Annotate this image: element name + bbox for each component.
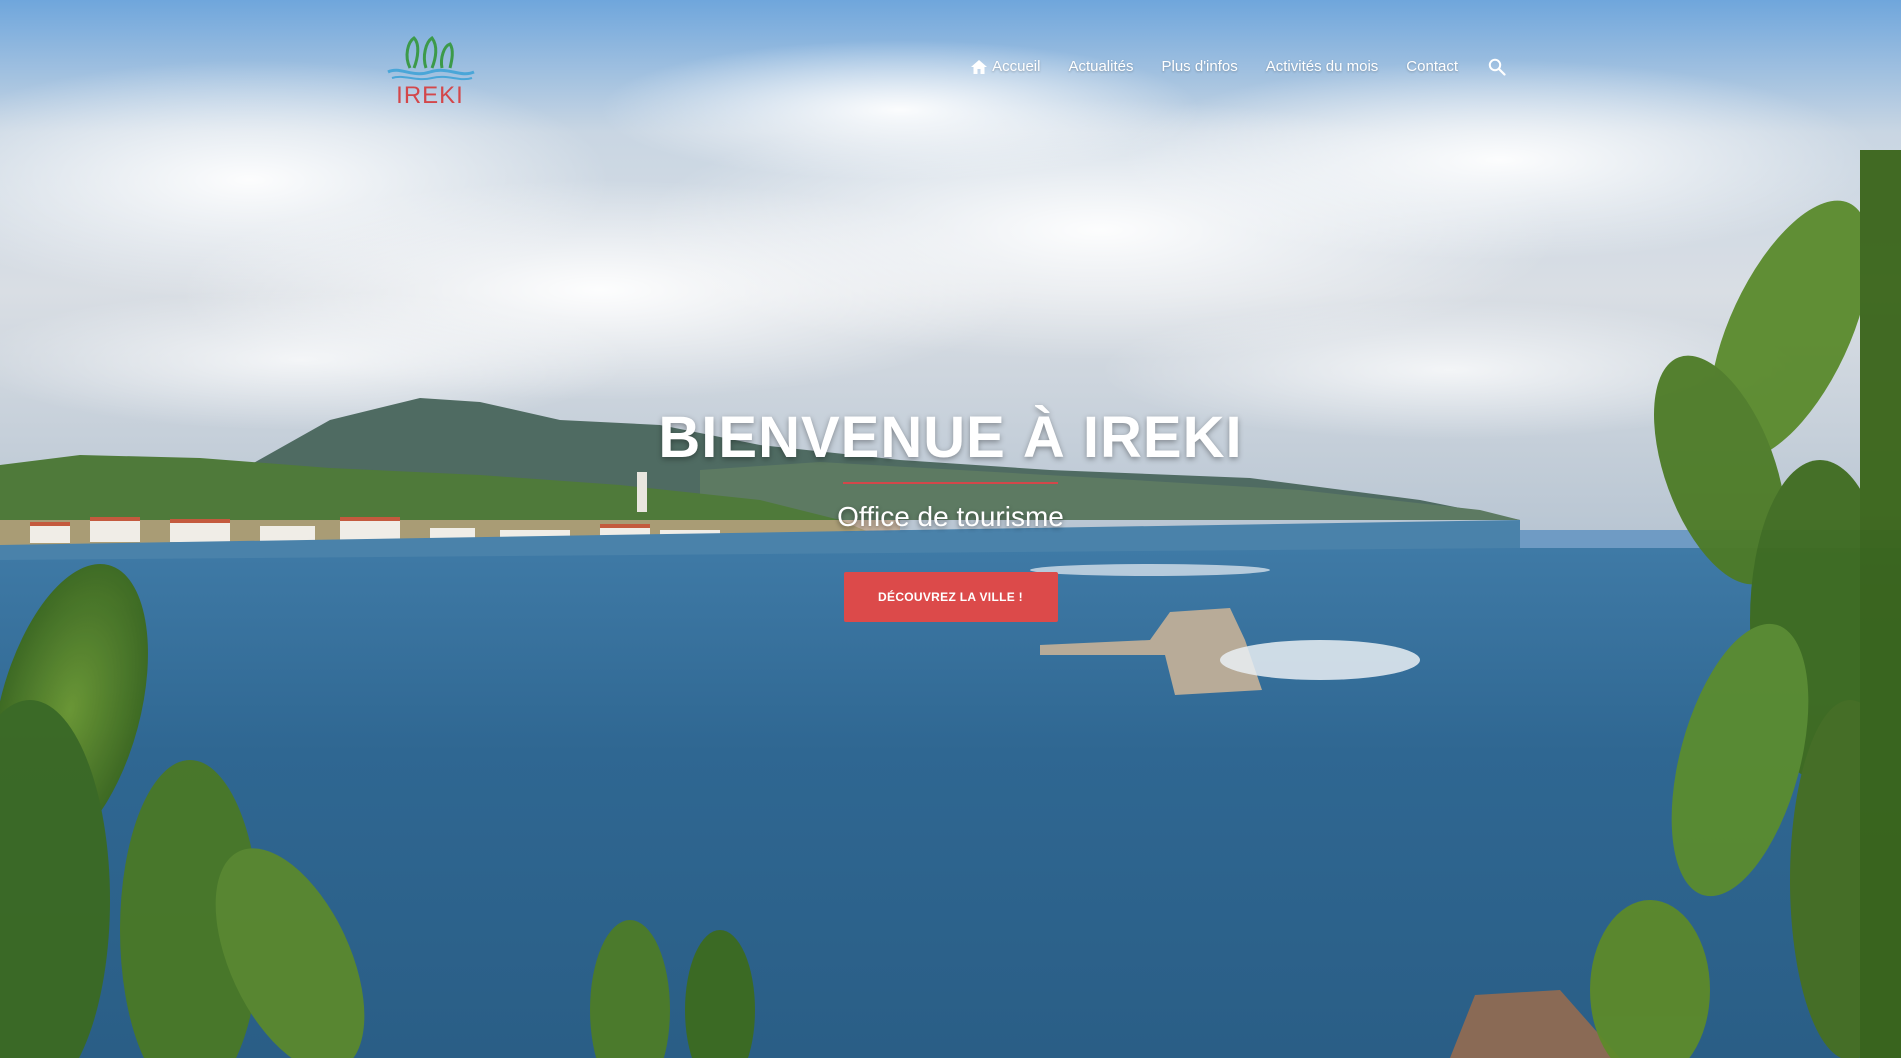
nav-item-label: Accueil bbox=[992, 58, 1041, 75]
hero-title: BIENVENUE À IREKI bbox=[658, 405, 1243, 470]
nav-item-activites-du-mois[interactable]: Activités du mois bbox=[1266, 56, 1379, 78]
nav-item-label: Plus d'infos bbox=[1161, 58, 1238, 75]
hero-subtitle: Office de tourisme bbox=[837, 501, 1064, 532]
main-navigation: Accueil Actualités Plus d'infos Activité… bbox=[971, 56, 1506, 78]
nav-item-label: Activités du mois bbox=[1265, 58, 1379, 75]
nav-item-label: Actualités bbox=[1068, 58, 1134, 75]
search-button[interactable] bbox=[1488, 58, 1506, 76]
search-icon bbox=[1488, 58, 1506, 76]
nav-item-contact[interactable]: Contact bbox=[1406, 56, 1458, 78]
hero-section: IREKI Accueil Actualités Plus d'infos Ac… bbox=[0, 0, 1901, 1058]
home-icon bbox=[971, 60, 988, 74]
title-divider bbox=[843, 482, 1058, 484]
nav-item-actualites[interactable]: Actualités bbox=[1068, 56, 1133, 78]
hero-content: BIENVENUE À IREKI Office de tourisme DÉC… bbox=[0, 402, 1901, 622]
logo-mark-icon bbox=[387, 35, 475, 81]
site-logo[interactable]: IREKI bbox=[382, 34, 478, 110]
nav-item-accueil[interactable]: Accueil bbox=[971, 56, 1040, 78]
nav-item-label: Contact bbox=[1406, 58, 1458, 75]
logo-text: IREKI bbox=[396, 82, 464, 109]
discover-city-button[interactable]: DÉCOUVREZ LA VILLE ! bbox=[843, 572, 1058, 622]
nav-item-plus-dinfos[interactable]: Plus d'infos bbox=[1162, 56, 1238, 78]
